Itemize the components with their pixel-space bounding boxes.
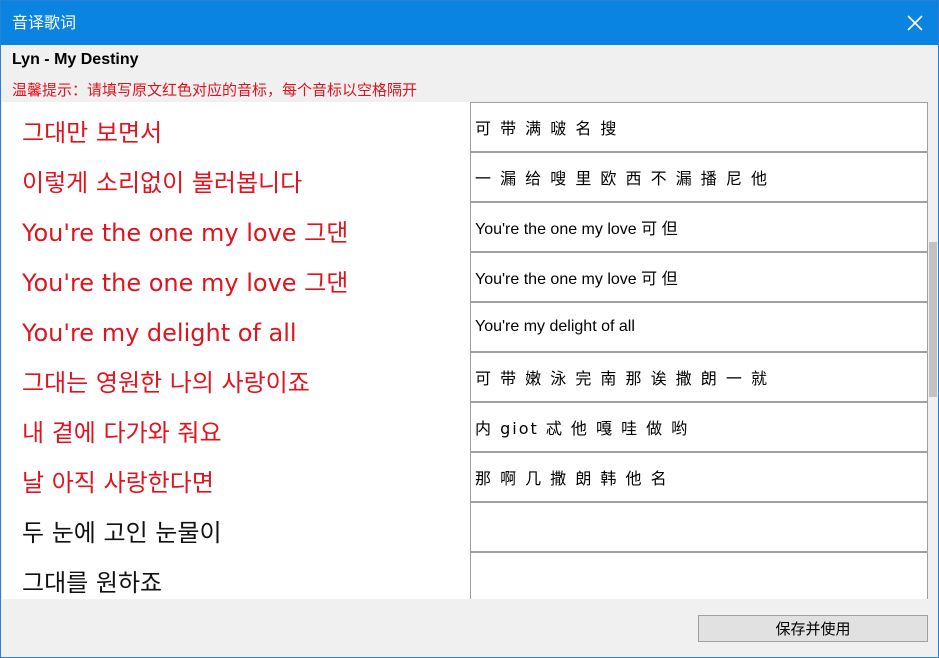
phonetic-input[interactable] (470, 552, 928, 599)
phonetic-input[interactable]: 可 带 满 啵 名 搜 (470, 102, 928, 152)
lyric-line: 그대는 영원한 나의 사랑이죠 (22, 369, 310, 397)
phonetic-input[interactable]: You're the one my love 可 但 (470, 252, 928, 302)
hint-text: 温馨提示：请填写原文红色对应的音标，每个音标以空格隔开 (12, 81, 418, 99)
lyric-line: 그대를 원하죠 (22, 569, 163, 597)
scrollbar-thumb[interactable] (929, 242, 937, 397)
title-bar: 音译歌词 (1, 1, 938, 45)
close-icon (907, 15, 923, 31)
lyric-line: You're my delight of all (22, 319, 297, 347)
vertical-scrollbar[interactable] (928, 102, 938, 599)
lyrics-panel[interactable]: 그대만 보면서이렇게 소리없이 불러봅니다 You're the one my l… (2, 102, 938, 599)
main-window: 音译歌词 Lyn - My Destiny 温馨提示：请填写原文红色对应的音标，… (0, 0, 939, 658)
save-and-use-button[interactable]: 保存并使用 (698, 615, 928, 642)
phonetic-input[interactable]: 可 带 嫩 泳 完 南 那 诶 撒 朗 一 就 (470, 352, 928, 402)
close-button[interactable] (892, 1, 938, 45)
lyric-line: 그대만 보면서 (22, 119, 163, 147)
lyric-line: 두 눈에 고인 눈물이 (22, 519, 222, 547)
phonetic-input[interactable]: 内 giot 忒 他 嘎 哇 做 哟 (470, 402, 928, 452)
lyric-line: You're the one my love 그댄 (22, 269, 349, 297)
lyric-line: 이렇게 소리없이 불러봅니다 (22, 169, 303, 197)
phonetic-input[interactable] (470, 502, 928, 552)
footer-bar: 保存并使用 (2, 599, 938, 657)
phonetic-input[interactable]: 一 漏 给 嗖 里 欧 西 不 漏 播 尼 他 (470, 152, 928, 202)
phonetic-input[interactable]: You're my delight of all (470, 302, 928, 352)
window-title: 音译歌词 (12, 13, 77, 32)
lyric-line: 날 아직 사랑한다면 (22, 469, 214, 497)
phonetic-input[interactable]: You're the one my love 可 但 (470, 202, 928, 252)
phonetic-input[interactable]: 那 啊 几 撒 朗 韩 他 名 (470, 452, 928, 502)
phonetic-input-list: 可 带 满 啵 名 搜一 漏 给 嗖 里 欧 西 不 漏 播 尼 他 You're… (470, 102, 928, 599)
original-lyrics-list: 그대만 보면서이렇게 소리없이 불러봅니다 You're the one my l… (2, 102, 470, 599)
song-title: Lyn - My Destiny (12, 51, 139, 68)
lyric-line: You're the one my love 그댄 (22, 219, 349, 247)
lyric-line: 내 곁에 다가와 줘요 (22, 419, 222, 447)
